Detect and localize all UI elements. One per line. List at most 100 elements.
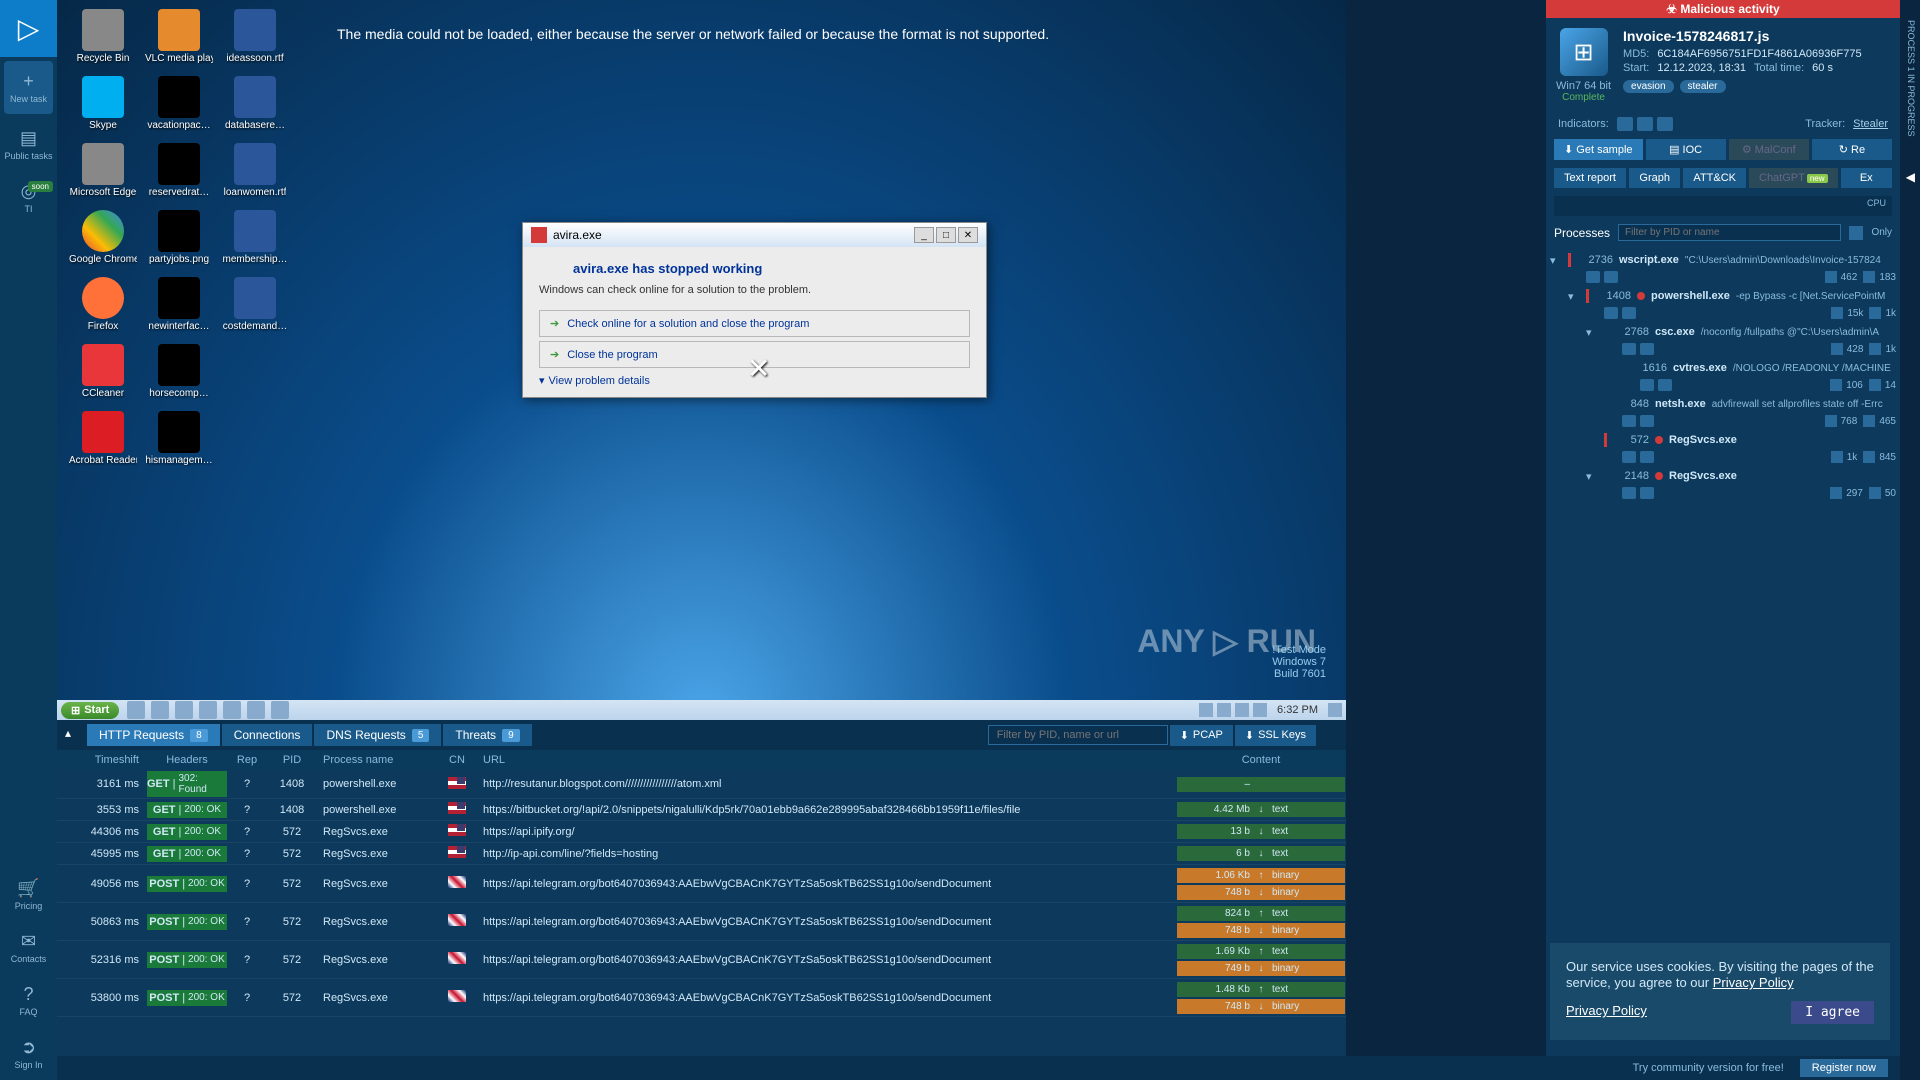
desktop-icon[interactable]: costdemand… (219, 273, 291, 336)
get-sample-button[interactable]: ⬇ Get sample (1554, 139, 1643, 160)
stat-icon[interactable] (1640, 451, 1654, 463)
logo[interactable]: ▷ (0, 0, 57, 57)
tag[interactable]: evasion (1623, 80, 1673, 93)
process-node[interactable]: ▾2768csc.exe/noconfig /fullpaths @"C:\Us… (1582, 323, 1900, 357)
process-node[interactable]: ▾2736wscript.exe"C:\Users\admin\Download… (1546, 251, 1900, 285)
desktop-icon[interactable]: horsecomp… (143, 340, 215, 403)
export-button[interactable]: Ex (1841, 168, 1892, 188)
stat-icon[interactable] (1640, 343, 1654, 355)
desktop-icon[interactable]: Skype (67, 72, 139, 135)
stat-icon[interactable] (1622, 415, 1636, 427)
desktop-icon[interactable]: Microsoft Edge (67, 139, 139, 202)
desktop-icon[interactable]: hismanagem… (143, 407, 215, 470)
stat-icon[interactable] (1622, 343, 1636, 355)
tray-network-icon[interactable] (1235, 703, 1249, 717)
tab-threats[interactable]: Threats 9 (443, 724, 531, 746)
col-pid[interactable]: PID (267, 754, 317, 766)
http-row[interactable]: 50863 msPOST | 200: OK?572RegSvcs.exehtt… (57, 903, 1346, 941)
http-row[interactable]: 52316 msPOST | 200: OK?572RegSvcs.exehtt… (57, 941, 1346, 979)
process-node[interactable]: ▾1408powershell.exe-ep Bypass -c [Net.Se… (1564, 287, 1900, 321)
desktop-icon[interactable]: newinterfac… (143, 273, 215, 336)
col-process[interactable]: Process name (317, 754, 437, 766)
tray-volume-icon[interactable] (1217, 703, 1231, 717)
stat-icon[interactable] (1622, 307, 1636, 319)
nav-pricing[interactable]: 🛒 Pricing (0, 868, 57, 921)
nav-signin[interactable]: ➲ Sign In (0, 1027, 57, 1080)
taskbar-app-icon[interactable] (271, 701, 289, 719)
process-node[interactable]: 572RegSvcs.exe1k845 (1582, 431, 1900, 465)
tracker-link[interactable]: Stealer (1853, 118, 1888, 130)
desktop-icon[interactable]: Google Chrome (67, 206, 139, 269)
taskbar-media-icon[interactable] (175, 701, 193, 719)
attck-button[interactable]: ATT&CK (1683, 168, 1746, 188)
desktop-icon[interactable]: ideassoon.rtf (219, 5, 291, 68)
col-headers[interactable]: Headers (147, 754, 227, 766)
collapse-right-button[interactable]: ◀ (1906, 170, 1915, 184)
tab-http-requests[interactable]: HTTP Requests 8 (87, 724, 220, 746)
col-rep[interactable]: Rep (227, 754, 267, 766)
close-button[interactable]: ✕ (958, 227, 978, 243)
desktop-icon[interactable]: reservedrat… (143, 139, 215, 202)
stat-icon[interactable] (1640, 487, 1654, 499)
tray-action-icon[interactable] (1253, 703, 1267, 717)
tree-toggle[interactable]: ▾ (1568, 290, 1580, 303)
col-content[interactable]: Content (1176, 754, 1346, 766)
tree-toggle[interactable]: ▾ (1550, 254, 1562, 267)
taskbar-firefox-icon[interactable] (223, 701, 241, 719)
tray-icon[interactable] (1199, 703, 1213, 717)
process-node[interactable]: 848netsh.exeadvfirewall set allprofiles … (1582, 395, 1900, 429)
indicator-shield-icon[interactable] (1637, 117, 1653, 131)
stat-icon[interactable] (1586, 271, 1600, 283)
indicator-script-icon[interactable] (1617, 117, 1633, 131)
stat-icon[interactable] (1604, 271, 1618, 283)
taskbar-chrome-icon[interactable] (199, 701, 217, 719)
cookie-policy-link[interactable]: Privacy Policy (1566, 1003, 1647, 1018)
desktop-icon[interactable]: databasere… (219, 72, 291, 135)
restart-button[interactable]: ↻ Re (1812, 139, 1892, 160)
ssl-keys-button[interactable]: ⬇SSL Keys (1235, 725, 1316, 746)
tray-show-desktop[interactable] (1328, 703, 1342, 717)
stat-icon[interactable] (1658, 379, 1672, 391)
col-timeshift[interactable]: Timeshift (57, 754, 147, 766)
process-node[interactable]: 1616cvtres.exe/NOLOGO /READONLY /MACHINE… (1600, 359, 1900, 393)
taskbar-edge-icon[interactable] (247, 701, 265, 719)
tag[interactable]: stealer (1680, 80, 1726, 93)
nav-faq[interactable]: ? FAQ (0, 974, 57, 1027)
http-row[interactable]: 3553 msGET | 200: OK?1408powershell.exeh… (57, 799, 1346, 821)
nav-contacts[interactable]: ✉ Contacts (0, 921, 57, 974)
nav-public-tasks[interactable]: ▤ Public tasks (0, 118, 57, 171)
taskbar-clock[interactable]: 6:32 PM (1277, 704, 1318, 716)
pcap-button[interactable]: ⬇PCAP (1170, 725, 1233, 746)
stat-icon[interactable] (1622, 487, 1636, 499)
crash-option-check-online[interactable]: ➔ Check online for a solution and close … (539, 310, 970, 337)
text-report-button[interactable]: Text report (1554, 168, 1626, 188)
crash-titlebar[interactable]: avira.exe _ □ ✕ (523, 223, 986, 247)
indicator-copy-icon[interactable] (1657, 117, 1673, 131)
stat-icon[interactable] (1622, 451, 1636, 463)
http-row[interactable]: 44306 msGET | 200: OK?572RegSvcs.exehttp… (57, 821, 1346, 843)
stat-icon[interactable] (1640, 379, 1654, 391)
crash-view-details[interactable]: ▾ View problem details (539, 374, 970, 387)
graph-button[interactable]: Graph (1629, 168, 1680, 188)
tree-toggle[interactable]: ▾ (1586, 326, 1598, 339)
vm-viewport[interactable]: Recycle BinVLC media playerideassoon.rtf… (57, 0, 1346, 720)
minimize-button[interactable]: _ (914, 227, 934, 243)
ioc-button[interactable]: ▤ IOC (1646, 139, 1726, 160)
network-filter-input[interactable] (988, 725, 1168, 745)
crash-option-close[interactable]: ➔ Close the program (539, 341, 970, 368)
nav-new-task[interactable]: + New task (4, 61, 53, 114)
http-row[interactable]: 45995 msGET | 200: OK?572RegSvcs.exehttp… (57, 843, 1346, 865)
cookie-policy-link-inline[interactable]: Privacy Policy (1713, 975, 1794, 990)
process-filter-input[interactable] (1618, 224, 1841, 241)
start-button[interactable]: ⊞Start (61, 702, 119, 719)
desktop-icon[interactable]: vacationpac… (143, 72, 215, 135)
desktop-icon[interactable]: Firefox (67, 273, 139, 336)
tab-connections[interactable]: Connections (222, 724, 313, 746)
collapse-panel-button[interactable]: ▴ (65, 726, 71, 740)
http-row[interactable]: 53800 msPOST | 200: OK?572RegSvcs.exehtt… (57, 979, 1346, 1017)
http-row[interactable]: 3161 msGET | 302: Found?1408powershell.e… (57, 770, 1346, 799)
tree-toggle[interactable]: ▾ (1586, 470, 1598, 483)
maximize-button[interactable]: □ (936, 227, 956, 243)
col-cn[interactable]: CN (437, 754, 477, 766)
process-node[interactable]: ▾2148RegSvcs.exe29750 (1582, 467, 1900, 501)
